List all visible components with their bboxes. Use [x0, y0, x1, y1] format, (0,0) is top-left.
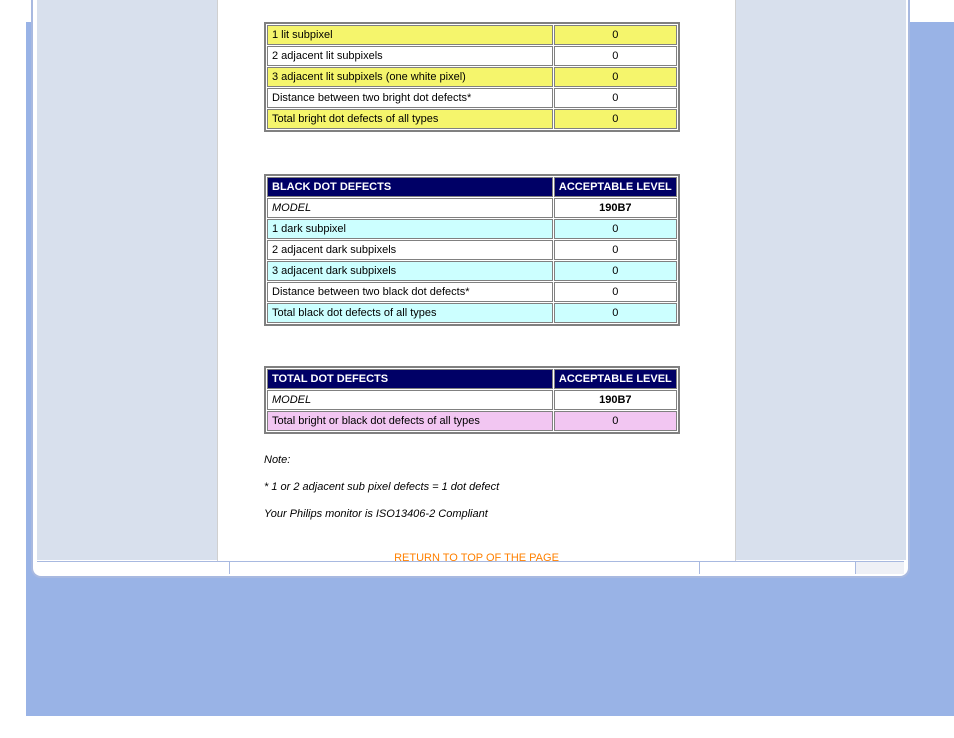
cell-value: 0	[554, 109, 677, 129]
cell-value: 0	[554, 303, 677, 323]
cell-value: 0	[554, 261, 677, 281]
cell-value: 0	[554, 46, 677, 66]
table-row: 3 adjacent dark subpixels 0	[267, 261, 677, 281]
table-row: Total bright dot defects of all types 0	[267, 109, 677, 129]
cell-label: 1 dark subpixel	[267, 219, 553, 239]
cell-label: 2 adjacent lit subpixels	[267, 46, 553, 66]
black-dot-table: BLACK DOT DEFECTS ACCEPTABLE LEVEL MODEL…	[264, 174, 680, 326]
model-row: MODEL 190B7	[267, 390, 677, 410]
note-heading: Note:	[264, 454, 735, 467]
header-label: BLACK DOT DEFECTS	[267, 177, 553, 197]
spacer	[218, 326, 735, 366]
bottom-right	[855, 562, 904, 574]
table-row: Total bright or black dot defects of all…	[267, 411, 677, 431]
table-row: Distance between two bright dot defects*…	[267, 88, 677, 108]
table-row: 2 adjacent dark subpixels 0	[267, 240, 677, 260]
cell-label: Total black dot defects of all types	[267, 303, 553, 323]
cell-value: 0	[554, 411, 677, 431]
bottom-mid	[229, 562, 700, 574]
table-row: Distance between two black dot defects* …	[267, 282, 677, 302]
cell-label: 3 adjacent dark subpixels	[267, 261, 553, 281]
viewport: 1 lit subpixel 0 2 adjacent lit subpixel…	[0, 0, 954, 738]
table-header: TOTAL DOT DEFECTS ACCEPTABLE LEVEL	[267, 369, 677, 389]
cell-value: 0	[554, 219, 677, 239]
cell-label: Distance between two black dot defects*	[267, 282, 553, 302]
right-sidebar	[736, 0, 906, 560]
table-row: 2 adjacent lit subpixels 0	[267, 46, 677, 66]
table-row: 1 lit subpixel 0	[267, 25, 677, 45]
header-label: TOTAL DOT DEFECTS	[267, 369, 553, 389]
table-row: 1 dark subpixel 0	[267, 219, 677, 239]
cell-value: 190B7	[554, 198, 677, 218]
table-row: Total black dot defects of all types 0	[267, 303, 677, 323]
cell-label: Total bright or black dot defects of all…	[267, 411, 553, 431]
note-line: * 1 or 2 adjacent sub pixel defects = 1 …	[264, 481, 735, 494]
cell-value: 0	[554, 282, 677, 302]
notes-section: Note: * 1 or 2 adjacent sub pixel defect…	[264, 454, 735, 522]
bright-dot-table: 1 lit subpixel 0 2 adjacent lit subpixel…	[264, 22, 680, 132]
cell-label: MODEL	[267, 198, 553, 218]
cell-label: Total bright dot defects of all types	[267, 109, 553, 129]
cell-label: Distance between two bright dot defects*	[267, 88, 553, 108]
cell-value: 0	[554, 240, 677, 260]
cell-value: 190B7	[554, 390, 677, 410]
cell-label: 1 lit subpixel	[267, 25, 553, 45]
cell-label: 3 adjacent lit subpixels (one white pixe…	[267, 67, 553, 87]
bottom-bar	[37, 562, 904, 574]
note-line: Your Philips monitor is ISO13406-2 Compl…	[264, 508, 735, 521]
cell-label: MODEL	[267, 390, 553, 410]
cell-value: 0	[554, 25, 677, 45]
cell-value: 0	[554, 67, 677, 87]
spacer	[218, 132, 735, 174]
cell-value: 0	[554, 88, 677, 108]
total-dot-table: TOTAL DOT DEFECTS ACCEPTABLE LEVEL MODEL…	[264, 366, 680, 434]
document-frame: 1 lit subpixel 0 2 adjacent lit subpixel…	[31, 0, 910, 578]
main-content: 1 lit subpixel 0 2 adjacent lit subpixel…	[217, 0, 736, 561]
table-row: 3 adjacent lit subpixels (one white pixe…	[267, 67, 677, 87]
model-row: MODEL 190B7	[267, 198, 677, 218]
header-label: ACCEPTABLE LEVEL	[554, 369, 677, 389]
cell-label: 2 adjacent dark subpixels	[267, 240, 553, 260]
header-label: ACCEPTABLE LEVEL	[554, 177, 677, 197]
left-sidebar	[37, 0, 217, 560]
table-header: BLACK DOT DEFECTS ACCEPTABLE LEVEL	[267, 177, 677, 197]
